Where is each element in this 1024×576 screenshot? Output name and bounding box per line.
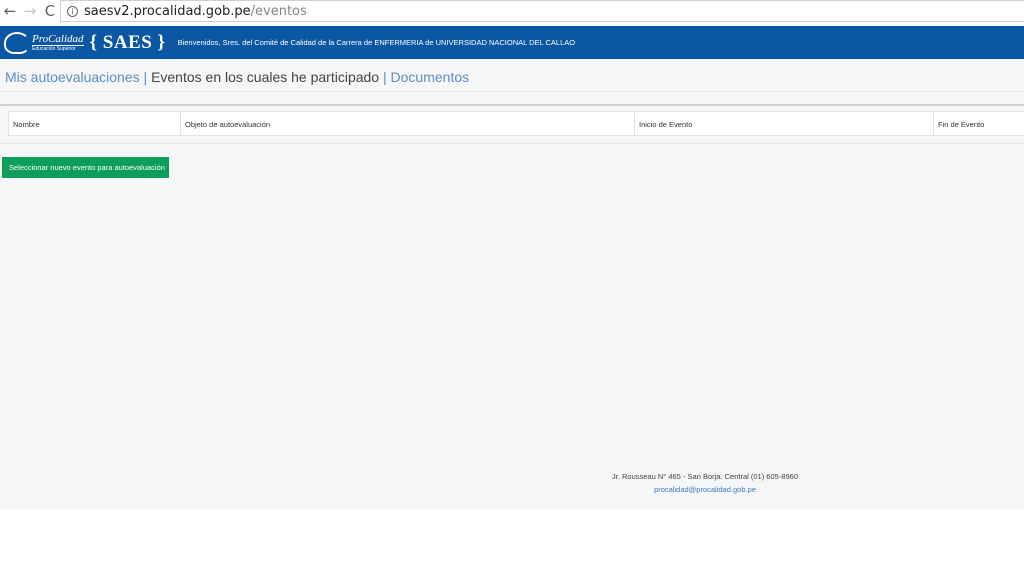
logo-brand: ProCalidad	[32, 33, 84, 45]
logo-text: ProCalidad Educación Superior	[32, 33, 84, 52]
logo-subtitle: Educación Superior	[32, 45, 84, 52]
info-icon[interactable]: i	[67, 5, 78, 17]
tab-documentos[interactable]: Documentos	[391, 69, 470, 85]
tab-separator: |	[143, 69, 148, 85]
tab-separator: |	[383, 69, 387, 85]
procalidad-logo[interactable]: ProCalidad Educación Superior { SAES }	[4, 29, 166, 57]
table-top-divider	[0, 104, 1024, 106]
table-bottom-divider	[0, 143, 1024, 144]
column-header-fin[interactable]: Fin de Evento	[934, 112, 1024, 135]
url-host: saesv2.procalidad.gob.pe	[84, 3, 251, 19]
tab-nav: Mis autoevaluaciones | Eventos en los cu…	[5, 69, 469, 85]
reload-icon[interactable]: C	[40, 1, 60, 21]
browser-toolbar: ← → C i saesv2.procalidad.gob.pe/eventos	[0, 0, 1024, 22]
app-name: { SAES }	[89, 31, 166, 53]
divider	[0, 91, 1024, 92]
column-header-inicio[interactable]: Inicio de Evento	[635, 112, 934, 135]
welcome-message: Bienvenidos, Sres. del Comité de Calidad…	[177, 38, 576, 47]
column-header-nombre[interactable]: Nombre	[9, 112, 181, 135]
footer-address: Jr. Rousseau N° 465 - San Borja. Central…	[611, 472, 799, 481]
footer-email-link[interactable]: procalidad@procalidad.gob.pe	[560, 485, 850, 494]
column-header-objeto[interactable]: Objeto de autoevaluación	[181, 112, 635, 135]
events-table-header: Nombre Objeto de autoevaluación Inicio d…	[8, 111, 1024, 136]
forward-arrow-icon[interactable]: →	[20, 1, 40, 21]
main-content: Mis autoevaluaciones | Eventos en los cu…	[0, 59, 1024, 510]
back-arrow-icon[interactable]: ←	[0, 1, 20, 21]
footer: Jr. Rousseau N° 465 - San Borja. Central…	[560, 472, 850, 494]
select-new-event-button[interactable]: Seleccionar nuevo evento para autoevalua…	[2, 157, 169, 178]
page-bottom	[0, 510, 1024, 576]
tab-mis-autoevaluaciones[interactable]: Mis autoevaluaciones	[5, 69, 140, 85]
tab-eventos-participado[interactable]: Eventos en los cuales he participado	[151, 69, 379, 85]
logo-emblem-icon	[4, 31, 30, 54]
app-header: ProCalidad Educación Superior { SAES } B…	[0, 26, 1024, 59]
address-bar[interactable]: i saesv2.procalidad.gob.pe/eventos	[60, 0, 1024, 22]
url-path: /eventos	[250, 3, 307, 19]
